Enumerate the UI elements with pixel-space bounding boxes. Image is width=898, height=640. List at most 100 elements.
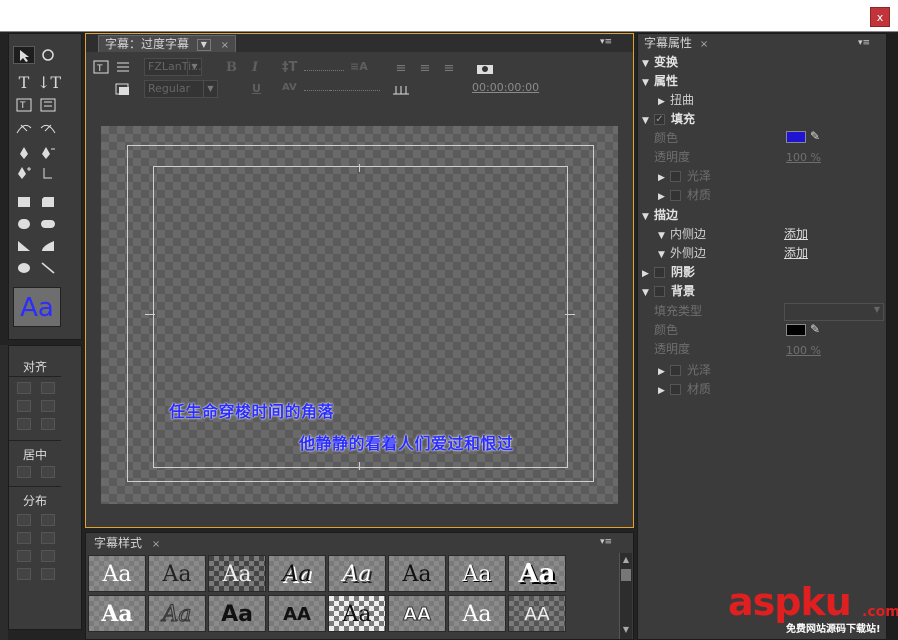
distribute-top-button[interactable] (41, 514, 55, 526)
distribute-hcenter-button[interactable] (17, 532, 31, 544)
align-bottom-button[interactable] (41, 418, 55, 430)
bg-texture-checkbox[interactable] (670, 384, 681, 395)
rotation-tool-button[interactable] (37, 46, 59, 64)
fill-section[interactable]: ▼ ✓ 填充 (642, 110, 695, 128)
bold-button[interactable]: B (226, 60, 237, 75)
bg-opacity-value[interactable]: 100 % (786, 344, 821, 357)
align-vcenter-button[interactable] (41, 382, 55, 394)
bg-texture-row[interactable]: ▶ 材质 (658, 380, 711, 398)
area-type-tool-button[interactable]: T (13, 96, 35, 114)
convert-anchor-tool-button[interactable] (37, 164, 59, 182)
roll-crawl-options-button[interactable] (112, 58, 134, 76)
rounded-corner-rect-tool-button[interactable] (37, 216, 59, 234)
style-tile[interactable]: Aa (328, 595, 386, 632)
distribute-bottom-button[interactable] (41, 550, 55, 562)
fill-checkbox[interactable]: ✓ (654, 114, 665, 125)
close-tab-button[interactable]: × (700, 39, 708, 50)
distribute-vcenter-button[interactable] (41, 532, 55, 544)
style-tile[interactable]: Aa (208, 595, 266, 632)
eyedropper-icon[interactable]: ✎ (810, 322, 820, 336)
transform-section[interactable]: ▼ 变换 (642, 53, 678, 71)
selection-tool-button[interactable] (13, 46, 35, 64)
show-background-video-button[interactable] (474, 60, 496, 78)
distribute-vspace-button[interactable] (41, 568, 55, 580)
wedge-tool-button[interactable] (13, 238, 35, 256)
align-hcenter-button[interactable] (17, 400, 31, 412)
distribute-left-button[interactable] (17, 514, 31, 526)
fill-type-select[interactable]: ▼ (784, 303, 884, 321)
arc-tool-button[interactable] (37, 238, 59, 256)
tab-title-properties[interactable]: 字幕属性 × (644, 35, 708, 52)
close-tab-button[interactable]: × (221, 40, 229, 51)
style-tile[interactable]: Aa (88, 555, 146, 592)
new-title-button[interactable]: T (90, 58, 112, 76)
add-anchor-tool-button[interactable] (13, 164, 35, 182)
leading-field[interactable] (330, 90, 380, 91)
rectangle-tool-button[interactable] (13, 194, 35, 212)
align-left-button[interactable] (17, 382, 31, 394)
vertical-area-type-tool-button[interactable] (37, 96, 59, 114)
align-right-text-button[interactable]: ≡ (438, 60, 460, 78)
properties-section[interactable]: ▼ 属性 (642, 72, 678, 90)
line-tool-button[interactable] (37, 260, 59, 278)
style-tile[interactable]: Aa (148, 595, 206, 632)
style-tile[interactable]: AA (268, 595, 326, 632)
title-dropdown-button[interactable]: ▼ (196, 38, 211, 51)
tab-title-styles[interactable]: 字幕样式 × (90, 535, 164, 551)
vertical-path-type-tool-button[interactable] (37, 118, 59, 136)
templates-button[interactable] (112, 80, 134, 98)
style-tile[interactable]: Aa (448, 555, 506, 592)
font-style-select[interactable]: Regular ▼ (144, 80, 218, 98)
strokes-section[interactable]: ▼ 描边 (642, 206, 678, 224)
eyedropper-icon[interactable]: ✎ (810, 129, 820, 143)
style-tile[interactable]: Aa (508, 555, 566, 592)
panel-menu-button[interactable]: ▾≡ (858, 38, 870, 48)
vertical-type-tool-button[interactable]: ↓T (37, 74, 61, 92)
bg-sheen-checkbox[interactable] (670, 365, 681, 376)
texture-row[interactable]: ▶ 材质 (658, 186, 711, 204)
close-tab-button[interactable]: × (152, 539, 160, 550)
ellipse-tool-button[interactable] (13, 260, 35, 278)
center-horizontal-button[interactable] (17, 466, 31, 478)
scroll-down-icon[interactable]: ▼ (621, 625, 631, 635)
align-center-text-button[interactable]: ≡ (414, 60, 436, 78)
bg-color-swatch[interactable] (786, 324, 806, 336)
distribute-right-button[interactable] (17, 550, 31, 562)
sheen-checkbox[interactable] (670, 171, 681, 182)
styles-scrollbar[interactable]: ▲ ▼ (619, 553, 632, 639)
scroll-thumb[interactable] (621, 569, 631, 581)
rounded-rect-tool-button[interactable] (13, 216, 35, 234)
background-checkbox[interactable] (654, 286, 665, 297)
distort-row[interactable]: ▶ 扭曲 (658, 91, 694, 109)
scroll-up-icon[interactable]: ▲ (621, 555, 631, 565)
panel-menu-button[interactable]: ▾≡ (600, 37, 612, 47)
clipped-corner-rect-tool-button[interactable] (37, 194, 59, 212)
panel-menu-button[interactable]: ▾≡ (600, 537, 612, 547)
bg-sheen-row[interactable]: ▶ 光泽 (658, 361, 711, 379)
shadow-section[interactable]: ▶ 阴影 (642, 263, 695, 281)
style-tile[interactable]: AA (388, 595, 446, 632)
path-type-tool-button[interactable] (13, 118, 35, 136)
tab-stops-button[interactable] (390, 80, 412, 98)
distribute-hspace-button[interactable] (17, 568, 31, 580)
center-vertical-button[interactable] (41, 466, 55, 478)
pen-tool-button[interactable] (13, 144, 35, 162)
shadow-checkbox[interactable] (654, 267, 665, 278)
style-tile[interactable]: Aa (268, 555, 326, 592)
tab-title-designer[interactable]: 字幕：过度字幕 ▼ × (98, 35, 237, 52)
close-button[interactable]: x (870, 7, 890, 27)
style-tile[interactable]: AA (508, 595, 566, 632)
title-canvas[interactable]: 任生命穿梭时间的角落 他静静的看着人们爱过和恨过 (101, 126, 618, 504)
add-inner-stroke-link[interactable]: 添加 (784, 225, 808, 242)
style-tile[interactable]: Aa (388, 555, 446, 592)
underline-button[interactable]: U (252, 82, 261, 95)
style-tile[interactable]: Aa (148, 555, 206, 592)
fill-color-swatch[interactable] (786, 131, 806, 143)
style-tile[interactable]: Aa (88, 595, 146, 632)
subtitle-line-1[interactable]: 任生命穿梭时间的角落 (169, 398, 334, 422)
align-right-button[interactable] (17, 418, 31, 430)
background-timecode[interactable]: 00:00:00:00 (472, 81, 539, 94)
sheen-row[interactable]: ▶ 光泽 (658, 167, 711, 185)
align-top-button[interactable] (41, 400, 55, 412)
subtitle-line-2[interactable]: 他静静的看着人们爱过和恨过 (299, 430, 514, 454)
